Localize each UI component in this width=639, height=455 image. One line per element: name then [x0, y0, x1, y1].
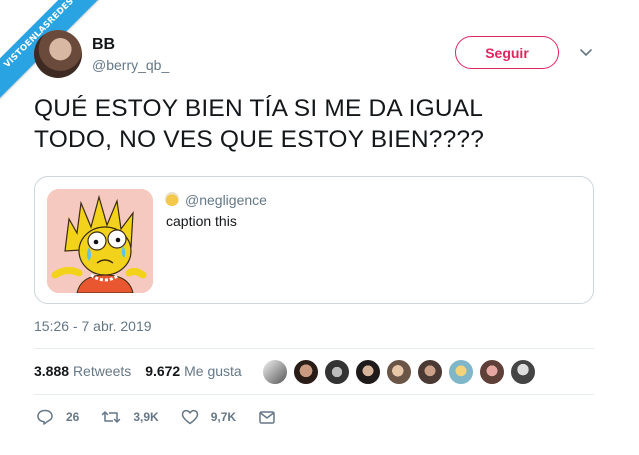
quoted-tweet-image[interactable]: [47, 189, 153, 293]
liker-avatar[interactable]: [479, 359, 505, 385]
avatar[interactable]: [34, 30, 82, 78]
retweet-count: 3,9K: [133, 410, 159, 424]
liker-avatar[interactable]: [324, 359, 350, 385]
engagement-stats: 3.888 Retweets 9.672 Me gusta: [34, 363, 242, 379]
tweet-text-line-1: QUÉ ESTOY BIEN TÍA SI ME DA IGUAL: [34, 95, 484, 122]
tweet-text-line-2: TODO, NO VES QUE ESTOY BIEN????: [34, 126, 485, 153]
likers-avatars: [262, 359, 541, 385]
heart-icon: [181, 409, 198, 425]
like-button[interactable]: 9,7K: [181, 408, 236, 426]
like-count: 9,7K: [210, 410, 237, 424]
liker-avatar[interactable]: [448, 359, 474, 385]
retweet-icon: [102, 411, 121, 423]
author-name[interactable]: BB: [92, 36, 115, 54]
retweets-stat[interactable]: 3.888 Retweets: [34, 363, 131, 379]
liker-avatar[interactable]: [386, 359, 412, 385]
liker-avatar[interactable]: [262, 359, 288, 385]
tweet-actions: 26 3,9K 9,7K: [36, 408, 310, 426]
likes-stat[interactable]: 9.672 Me gusta: [145, 363, 242, 379]
mail-icon: [259, 411, 275, 424]
reply-count: 26: [66, 410, 80, 424]
liker-avatar[interactable]: [355, 359, 381, 385]
quoted-tweet-text: caption this: [166, 213, 237, 229]
liker-avatar[interactable]: [510, 359, 536, 385]
quoted-tweet[interactable]: @negligence caption this: [34, 176, 594, 304]
likes-label: Me gusta: [184, 363, 242, 379]
liker-avatar[interactable]: [293, 359, 319, 385]
retweet-button[interactable]: 3,9K: [101, 408, 159, 426]
author-handle[interactable]: @berry_qb_: [92, 57, 169, 73]
liker-avatar[interactable]: [417, 359, 443, 385]
divider: [34, 348, 594, 349]
tweet-timestamp[interactable]: 15:26 - 7 abr. 2019: [34, 318, 152, 334]
quoted-author-handle[interactable]: @negligence: [185, 192, 267, 208]
quoted-author-avatar[interactable]: [165, 192, 179, 206]
tweet-text: QUÉ ESTOY BIEN TÍA SI ME DA IGUAL TODO, …: [34, 93, 594, 155]
message-button[interactable]: [258, 408, 288, 426]
likes-count: 9.672: [145, 363, 181, 379]
retweets-label: Retweets: [72, 363, 132, 379]
follow-button[interactable]: Seguir: [455, 36, 559, 69]
retweets-count: 3.888: [34, 363, 70, 379]
divider: [34, 394, 594, 395]
chevron-down-icon[interactable]: [578, 44, 594, 60]
reply-icon: [37, 409, 53, 425]
reply-button[interactable]: 26: [36, 408, 79, 426]
